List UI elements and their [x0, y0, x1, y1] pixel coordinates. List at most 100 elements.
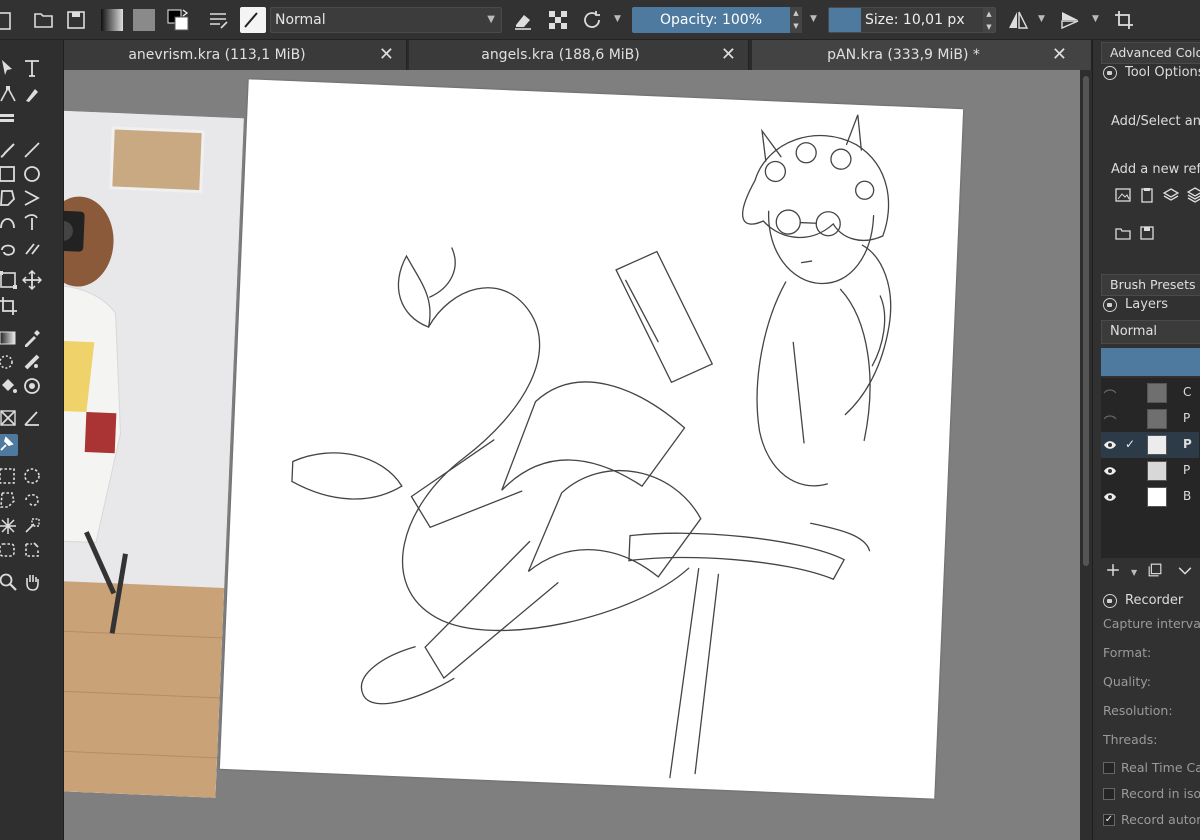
lock-icon[interactable] [1103, 298, 1117, 312]
tab-anevrism[interactable]: anevrism.kra (113,1 MiB) ✕ [64, 40, 407, 70]
record-in-isolation-checkbox[interactable] [1103, 788, 1115, 800]
transform-tool-icon[interactable] [0, 270, 18, 290]
eye-icon[interactable] [1103, 490, 1117, 504]
multibrush-icon[interactable] [22, 238, 42, 258]
add-layer-icon[interactable] [1105, 562, 1127, 584]
tab-brush-presets[interactable]: Brush Presets [1101, 274, 1200, 296]
chevron-down-icon[interactable] [1177, 562, 1199, 584]
save-icon[interactable] [1139, 225, 1155, 241]
fill-tool-icon[interactable] [0, 376, 18, 396]
text-tool-icon[interactable] [22, 58, 42, 78]
tab-angels[interactable]: angels.kra (188,6 MiB) ✕ [409, 40, 749, 70]
eye-icon[interactable] [1103, 464, 1117, 478]
edit-shapes-icon[interactable] [0, 84, 18, 104]
smart-patch-icon[interactable] [22, 352, 42, 372]
pan-tool-icon[interactable] [22, 572, 42, 592]
contiguous-select-icon[interactable] [0, 516, 18, 536]
line-tool-icon[interactable] [22, 140, 42, 160]
eye-closed-icon[interactable] [1103, 386, 1117, 400]
dynamic-brush-icon[interactable] [0, 238, 18, 258]
new-document-icon[interactable] [0, 8, 24, 32]
chevron-down-icon[interactable]: ▼ [1092, 14, 1099, 24]
enclose-fill-icon[interactable] [22, 376, 42, 396]
zoom-tool-icon[interactable] [0, 572, 18, 592]
move-tool-icon[interactable] [22, 270, 42, 290]
colorize-mask-icon[interactable] [0, 352, 18, 372]
layer-row[interactable]: C [1101, 380, 1199, 406]
assistant-tool-icon[interactable] [0, 408, 18, 428]
color-swap-icon[interactable] [166, 8, 190, 32]
canvas-vertical-scrollbar[interactable] [1080, 70, 1092, 840]
duplicate-layer-icon[interactable] [1147, 562, 1169, 584]
layer-row[interactable]: B [1101, 484, 1199, 510]
chevron-down-icon[interactable]: ▼ [810, 14, 817, 24]
real-time-capture-checkbox[interactable] [1103, 762, 1115, 774]
size-spinner[interactable]: ▲ ▼ [983, 8, 995, 32]
bezier-tool-icon[interactable] [0, 212, 18, 232]
lock-icon[interactable] [1103, 594, 1117, 608]
reload-brush-icon[interactable] [580, 8, 604, 32]
scrollbar-thumb[interactable] [1083, 76, 1089, 566]
freehand-brush-icon[interactable] [0, 140, 18, 160]
mirror-vertical-icon[interactable] [1058, 8, 1082, 32]
reference-image[interactable] [64, 110, 244, 798]
layer-row[interactable]: P [1101, 458, 1199, 484]
size-slider[interactable]: Size: 10,01 px ▲ ▼ [828, 7, 996, 33]
freehand-select-icon[interactable] [22, 490, 42, 510]
layers-blend-mode-select[interactable]: Normal [1101, 320, 1200, 344]
chevron-down-icon[interactable]: ▼ [1038, 14, 1045, 24]
chevron-down-icon[interactable]: ▼ [614, 14, 621, 24]
gradient-tool-icon[interactable] [0, 328, 18, 348]
open-folder-icon[interactable] [32, 8, 56, 32]
magnetic-select-icon[interactable] [22, 540, 42, 560]
layer-opacity-slider[interactable] [1101, 348, 1200, 376]
drawing-canvas[interactable] [219, 79, 964, 799]
close-icon[interactable]: ✕ [721, 40, 736, 70]
ellipse-select-icon[interactable] [22, 466, 42, 486]
wrap-around-icon[interactable] [1112, 8, 1136, 32]
ellipse-tool-icon[interactable] [22, 164, 42, 184]
record-automatically-checkbox[interactable]: ✓ [1103, 814, 1115, 826]
rect-select-icon[interactable] [0, 466, 18, 486]
alpha-lock-icon[interactable] [546, 8, 570, 32]
merged-layers-icon[interactable] [1187, 187, 1200, 203]
tab-pan[interactable]: pAN.kra (333,9 MiB) * ✕ [752, 40, 1092, 70]
crop-tool-icon[interactable] [0, 296, 18, 316]
paste-icon[interactable] [1139, 187, 1155, 203]
eraser-icon[interactable] [512, 8, 536, 32]
layers-icon[interactable] [1163, 187, 1179, 203]
crop-bars-icon[interactable] [0, 110, 18, 130]
save-icon[interactable] [64, 8, 88, 32]
chevron-down-icon[interactable]: ▼ [1131, 568, 1137, 577]
polygon-tool-icon[interactable] [0, 188, 18, 208]
similar-select-icon[interactable] [22, 516, 42, 536]
brush-preset-icon[interactable] [240, 7, 266, 33]
close-icon[interactable]: ✕ [1052, 40, 1067, 70]
check-icon[interactable]: ✓ [1125, 437, 1137, 451]
canvas-area[interactable] [64, 70, 1080, 840]
rectangle-tool-icon[interactable] [0, 164, 18, 184]
opacity-slider[interactable]: Opacity: 100% ▲ ▼ [632, 7, 802, 33]
image-icon[interactable] [1115, 187, 1131, 203]
freehand-path-icon[interactable] [22, 212, 42, 232]
reference-images-tool-icon[interactable] [0, 434, 18, 456]
mirror-horizontal-icon[interactable] [1006, 8, 1030, 32]
lock-icon[interactable] [1103, 66, 1117, 80]
pattern-swatch-icon[interactable] [132, 8, 156, 32]
blend-mode-select[interactable]: Normal ▼ [270, 7, 502, 33]
close-icon[interactable]: ✕ [379, 40, 394, 70]
eye-closed-icon[interactable] [1103, 412, 1117, 426]
opacity-spinner[interactable]: ▲ ▼ [790, 7, 802, 33]
eye-icon[interactable] [1103, 438, 1117, 452]
gradient-swatch-icon[interactable] [100, 8, 124, 32]
calligraphy-icon[interactable] [22, 84, 42, 104]
layer-row[interactable]: P [1101, 406, 1199, 432]
measure-tool-icon[interactable] [22, 408, 42, 428]
polygon-select-icon[interactable] [0, 490, 18, 510]
bezier-select-icon[interactable] [0, 540, 18, 560]
color-picker-icon[interactable] [22, 328, 42, 348]
brush-settings-icon[interactable] [206, 8, 230, 32]
polyline-tool-icon[interactable] [22, 188, 42, 208]
select-shapes-icon[interactable] [0, 58, 18, 78]
open-folder-icon[interactable] [1115, 225, 1131, 241]
